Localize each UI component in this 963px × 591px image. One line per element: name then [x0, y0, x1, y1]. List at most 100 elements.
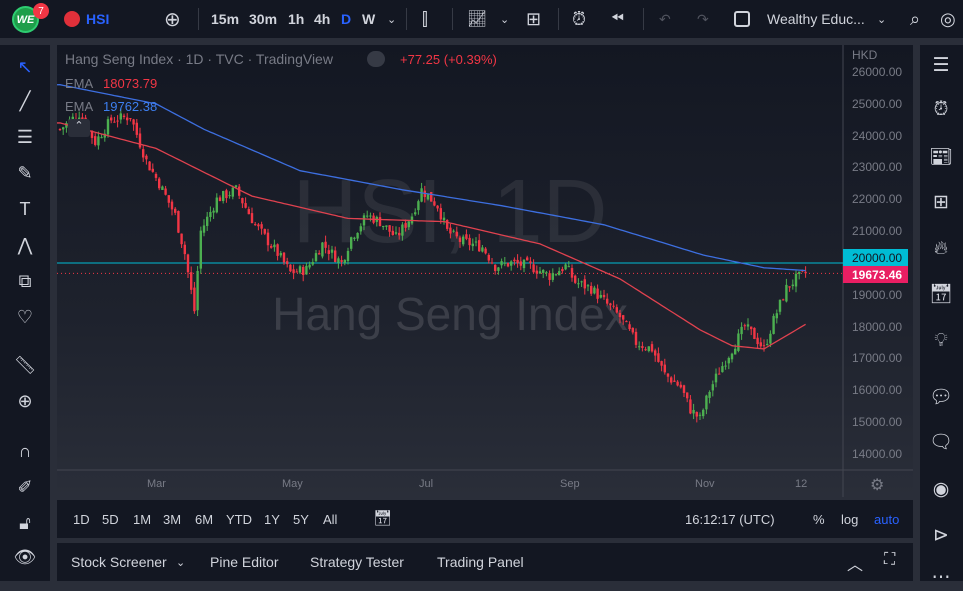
range-all[interactable]: All [323, 512, 337, 527]
collapse-panel-icon[interactable]: ︿ [847, 551, 863, 575]
calendar-goto-icon[interactable]: 📅︎ [373, 509, 392, 527]
collapse-indicators-icon[interactable]: ⌃ [68, 119, 90, 137]
candle-down [193, 287, 196, 312]
candle-down [718, 373, 721, 375]
candle-down [263, 229, 266, 234]
candle-down [270, 245, 273, 248]
candle-up [580, 281, 583, 283]
news-icon[interactable]: 📰︎ [928, 145, 954, 171]
candle-down [602, 294, 606, 298]
hotlist-flame-icon[interactable]: 🔥︎ [928, 236, 954, 262]
chevron-down-icon[interactable]: ⌄ [176, 556, 185, 569]
candle-up [279, 253, 282, 256]
collapse-legend-icon[interactable] [367, 51, 385, 67]
candle-down [494, 264, 497, 271]
candle-up [737, 333, 740, 351]
candle-up [346, 250, 350, 262]
candle-up [500, 261, 503, 266]
candle-down [618, 312, 622, 318]
currency-selector[interactable]: HKD [852, 48, 877, 62]
candle-down [762, 345, 766, 347]
clock[interactable]: 16:12:17 (UTC) [685, 512, 775, 527]
range-toolbar: 1D 5D 1M 3M 6M YTD 1Y 5Y All 📅︎ 16:12:17… [57, 500, 913, 538]
maximize-panel-icon[interactable]: ⛶ [884, 551, 895, 569]
alarm-clock-icon[interactable]: ⏰︎ [928, 97, 954, 123]
add-watchlist-icon[interactable]: ⊞ [928, 190, 954, 216]
chat-icon[interactable]: 🗨︎ [928, 430, 954, 456]
tab-pine-editor[interactable]: Pine Editor [210, 554, 278, 570]
range-5y[interactable]: 5Y [293, 512, 309, 527]
play-icon[interactable]: ⊳ [928, 523, 954, 549]
candle-up [314, 253, 318, 262]
candle-down [190, 272, 193, 290]
candle-up [359, 226, 362, 232]
chart-title: Hang Seng Index · 1D · TVC · TradingView [65, 51, 333, 67]
tab-trading-panel[interactable]: Trading Panel [437, 554, 524, 570]
candle-down [513, 259, 516, 262]
candle-up [212, 210, 215, 213]
candle-down [641, 346, 644, 348]
candle-up [734, 348, 737, 355]
candle-down [340, 260, 343, 262]
candle-down [478, 240, 481, 252]
calendar-icon[interactable]: 📅︎ [928, 282, 954, 308]
candle-down [666, 373, 670, 377]
candle-up [426, 194, 430, 200]
candle-up [394, 232, 398, 234]
candle-down [94, 136, 97, 145]
candle-up [593, 287, 596, 294]
percent-toggle[interactable]: % [813, 512, 825, 527]
streams-icon[interactable]: ◉ [928, 477, 954, 503]
candle-down [334, 250, 337, 262]
candle-down [631, 327, 634, 333]
candle-down [266, 232, 270, 246]
candle-down [113, 121, 116, 123]
log-toggle[interactable]: log [841, 512, 858, 527]
candle-down [804, 271, 807, 274]
candle-down [170, 201, 174, 210]
candle-up [775, 313, 778, 319]
candle-down [142, 149, 145, 158]
ideas-lightbulb-icon[interactable]: 💡︎ [928, 328, 954, 354]
candle-down [324, 241, 327, 248]
range-1d[interactable]: 1D [73, 512, 90, 527]
watchlist-icon[interactable]: ☰ [928, 53, 954, 79]
candle-up [638, 346, 641, 348]
candle-up [62, 127, 65, 130]
candle-down [657, 353, 660, 362]
watermark-name: Hang Seng Index [272, 288, 628, 340]
tab-strategy-tester[interactable]: Strategy Tester [310, 554, 404, 570]
watermark-symbol: HSI, 1D [292, 162, 607, 262]
range-5d[interactable]: 5D [102, 512, 119, 527]
candle-up [522, 259, 526, 269]
range-ytd[interactable]: YTD [226, 512, 252, 527]
range-1y[interactable]: 1Y [264, 512, 280, 527]
settings-gear-icon[interactable]: ⚙ [870, 475, 884, 495]
auto-toggle[interactable]: auto [874, 512, 899, 527]
candle-down [282, 252, 286, 263]
apps-icon[interactable]: ⋯ [928, 565, 954, 591]
price-tick: 22000.00 [852, 192, 903, 207]
candle-up [161, 186, 164, 190]
candle-up [510, 261, 513, 266]
candle-up [791, 284, 794, 287]
candle-down [663, 364, 666, 373]
candle-down [241, 198, 244, 204]
candle-up [343, 259, 346, 264]
candle-down [286, 261, 289, 265]
candle-up [740, 326, 743, 335]
candle-up [545, 272, 548, 274]
chats-icon[interactable]: 💬︎ [928, 385, 954, 411]
range-3m[interactable]: 3M [163, 512, 181, 527]
candle-down [225, 190, 228, 199]
range-6m[interactable]: 6M [195, 512, 213, 527]
price-tick: 17000.00 [852, 351, 903, 366]
range-1m[interactable]: 1M [133, 512, 151, 527]
candle-down [295, 271, 298, 273]
time-label: Sep [560, 478, 580, 490]
tab-stock-screener[interactable]: Stock Screener [71, 554, 167, 570]
candle-down [590, 285, 593, 294]
candle-down [660, 361, 663, 366]
candle-down [250, 213, 254, 224]
candle-up [106, 119, 110, 135]
